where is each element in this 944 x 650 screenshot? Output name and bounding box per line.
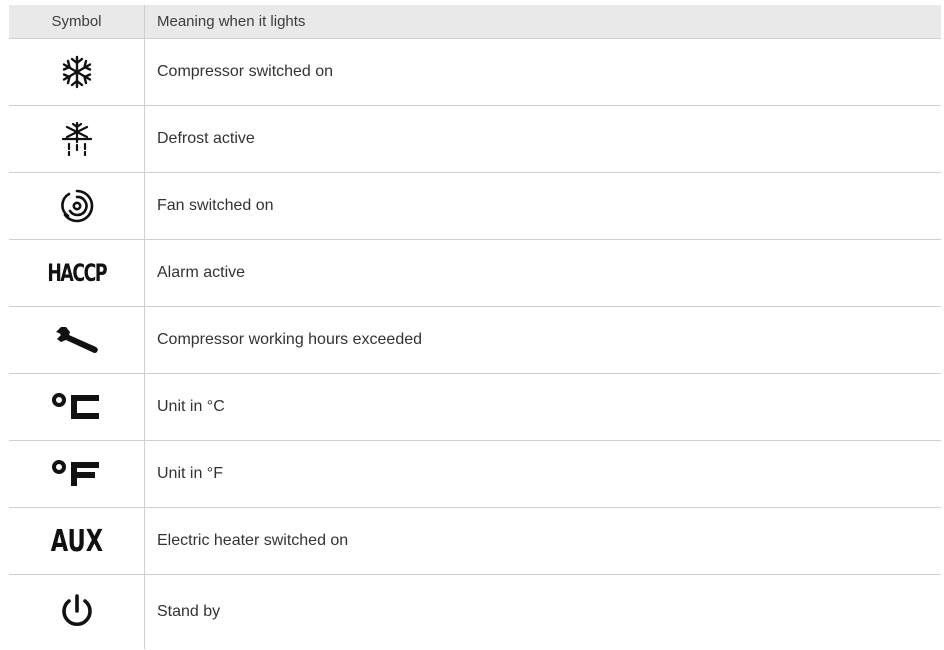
table-row: Fan switched on (9, 173, 941, 240)
meaning-cell: Unit in °C (157, 398, 225, 415)
meaning-cell: Compressor switched on (157, 63, 334, 80)
header-meaning: Meaning when it lights (157, 13, 306, 30)
aux-icon: AUX (9, 508, 145, 574)
snowflake-icon (9, 39, 145, 105)
aux-symbol-text: AUX (50, 523, 103, 559)
haccp-icon: HACCP (9, 240, 145, 306)
table-row: HACCP Alarm active (9, 240, 941, 307)
table-row: Unit in °F (9, 441, 941, 508)
fahrenheit-icon (9, 441, 145, 507)
meaning-cell: Compressor working hours exceeded (157, 331, 423, 348)
haccp-symbol-text: HACCP (47, 259, 107, 287)
table-header: Symbol Meaning when it lights (9, 5, 941, 39)
meaning-cell: Unit in °F (157, 465, 223, 482)
power-icon (9, 575, 145, 649)
table-row: Compressor working hours exceeded (9, 307, 941, 374)
meaning-cell: Electric heater switched on (157, 532, 349, 549)
meaning-cell: Defrost active (157, 130, 255, 147)
fan-icon (9, 173, 145, 239)
symbol-table: Symbol Meaning when it lights Compressor (9, 5, 941, 649)
meaning-cell: Alarm active (157, 264, 246, 281)
defrost-icon (9, 106, 145, 172)
wrench-icon (9, 307, 145, 373)
celsius-icon (9, 374, 145, 440)
meaning-cell: Fan switched on (157, 197, 274, 214)
table-row: Stand by (9, 575, 941, 649)
table-row: AUX Electric heater switched on (9, 508, 941, 575)
table-row: Compressor switched on (9, 39, 941, 106)
header-symbol: Symbol (9, 5, 145, 38)
table-row: Defrost active (9, 106, 941, 173)
meaning-cell: Stand by (157, 603, 221, 620)
table-row: Unit in °C (9, 374, 941, 441)
